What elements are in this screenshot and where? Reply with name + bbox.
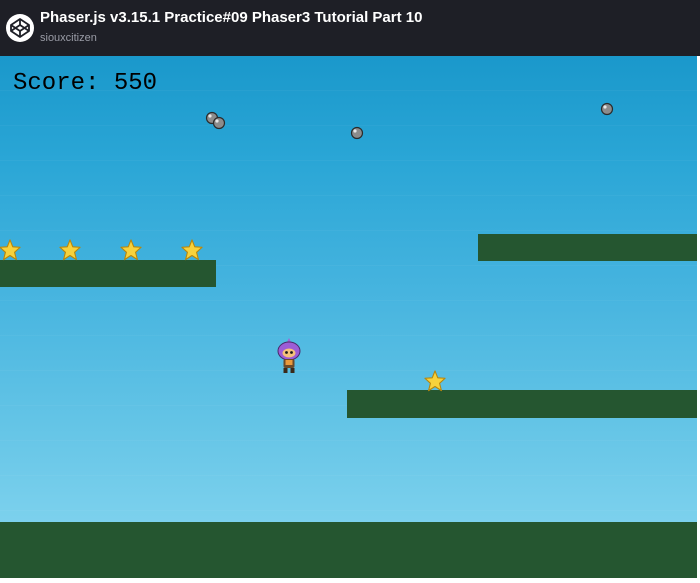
bomb-icon (600, 102, 614, 116)
pen-author[interactable]: siouxcitizen (40, 32, 97, 44)
page-header: Phaser.js v3.15.1 Practice#09 Phaser3 Tu… (0, 0, 700, 56)
bomb-icon (212, 116, 226, 130)
player-character (277, 338, 301, 373)
star-icon (120, 239, 142, 261)
platform-left (0, 260, 216, 287)
ground-platform (0, 522, 697, 578)
pen-title[interactable]: Phaser.js v3.15.1 Practice#09 Phaser3 Tu… (40, 9, 422, 26)
star-icon (424, 370, 446, 392)
game-canvas[interactable]: Score: 550 (0, 56, 697, 578)
bomb-icon (350, 126, 364, 140)
star-icon (59, 239, 81, 261)
platform-right (478, 234, 697, 261)
score-text: Score: 550 (13, 70, 158, 97)
star-icon (181, 239, 203, 261)
star-icon (0, 239, 21, 261)
canvas-border-bottom (0, 578, 700, 583)
codepen-logo-icon[interactable] (6, 14, 34, 42)
platform-middle (347, 390, 697, 418)
